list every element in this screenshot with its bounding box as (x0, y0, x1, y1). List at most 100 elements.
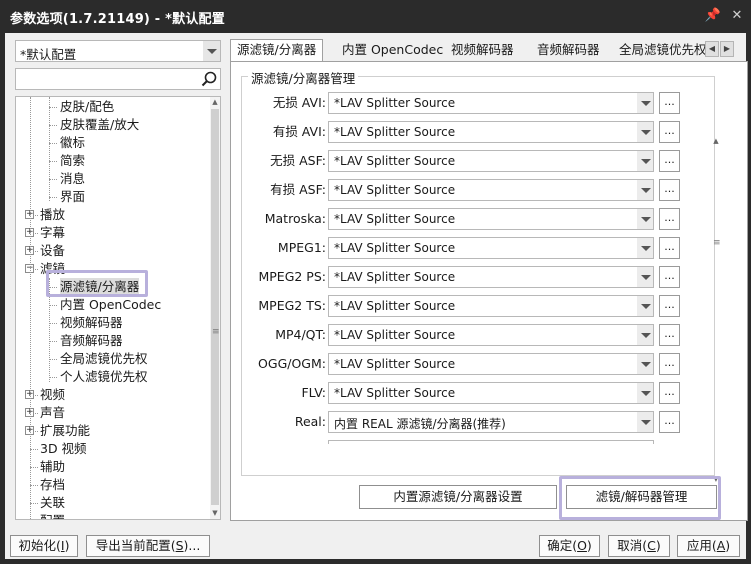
chevron-down-icon[interactable] (637, 354, 653, 374)
init-button-label: 初始化( (18, 538, 61, 553)
more-options-button[interactable]: ... (659, 208, 680, 230)
apply-button-accel: A (716, 538, 726, 553)
chevron-down-icon[interactable] (637, 383, 653, 403)
tab-0[interactable]: 源滤镜/分离器 (230, 39, 324, 62)
chevron-down-icon[interactable] (637, 238, 653, 258)
tree-item[interactable]: 皮肤/配色 (60, 98, 114, 116)
export-button-label: 导出当前配置( (95, 538, 176, 553)
init-button[interactable]: 初始化(I) (10, 535, 78, 557)
source-filter-select[interactable]: *LAV Splitter Source (328, 179, 654, 201)
source-filter-select[interactable]: *LAV Splitter Source (328, 208, 654, 230)
tree-item[interactable]: 辅助 (40, 458, 65, 476)
cancel-button[interactable]: 取消(C) (608, 535, 670, 557)
export-button-suffix: )... (183, 538, 201, 553)
more-options-button[interactable]: ... (659, 411, 680, 433)
tree-connector (49, 179, 57, 180)
source-filter-select[interactable]: 内置 REAL 源滤镜/分离器(推荐) (328, 411, 654, 433)
tab-next-icon[interactable]: ▶ (720, 41, 734, 57)
chevron-down-icon[interactable] (203, 41, 220, 61)
tree-item[interactable]: 字幕 (40, 224, 65, 242)
tree-item[interactable]: 声音 (40, 404, 65, 422)
tree-item[interactable]: 扩展功能 (40, 422, 90, 440)
tree-scrollbar[interactable]: ▲ ≡ ▼ (210, 97, 220, 519)
tab-3[interactable]: 音频解码器 (531, 41, 606, 61)
tree-item[interactable]: 配置 (40, 512, 65, 519)
export-config-button[interactable]: 导出当前配置(S)... (86, 535, 210, 557)
scroll-down-icon[interactable]: ▼ (211, 509, 219, 517)
row-label: 无损 ASF: (270, 153, 326, 168)
source-filter-select[interactable]: *LAV Splitter Source (328, 324, 654, 346)
chevron-down-icon[interactable] (637, 180, 653, 200)
pin-icon[interactable]: 📌 (703, 6, 723, 26)
tree-item[interactable]: 视频解码器 (60, 314, 123, 332)
tab-page-source-filters: ▲ ≡ ▼ 无损 AVI: *LAV Splitter Source... 有损 A… (230, 61, 748, 521)
apply-button[interactable]: 应用(A) (677, 535, 740, 557)
chevron-down-icon[interactable] (637, 93, 653, 113)
source-filter-select[interactable]: *LAV Splitter Source (328, 237, 654, 259)
tree-item[interactable]: 视频 (40, 386, 65, 404)
group-scrollbar[interactable]: ▲ ≡ ▼ (711, 137, 721, 487)
tree-item[interactable]: 设备 (40, 242, 65, 260)
profile-select[interactable]: *默认配置 (15, 40, 221, 62)
tab-1[interactable]: 内置 OpenCodec (336, 41, 449, 61)
tree-item[interactable]: 存档 (40, 476, 65, 494)
chevron-down-icon[interactable] (637, 151, 653, 171)
row-label: 有损 AVI: (272, 124, 326, 139)
more-options-button[interactable]: ... (659, 324, 680, 346)
tree-item[interactable]: 3D 视频 (40, 440, 87, 458)
more-options-button[interactable]: ... (659, 150, 680, 172)
tree-item[interactable]: 关联 (40, 494, 65, 512)
chevron-down-icon[interactable] (637, 209, 653, 229)
source-filter-value: *LAV Splitter Source (334, 96, 456, 110)
more-options-button[interactable]: ... (659, 295, 680, 317)
more-options-button[interactable]: ... (659, 237, 680, 259)
tree-item[interactable]: 简索 (60, 152, 85, 170)
highlight-box (559, 476, 721, 520)
tab-2[interactable]: 视频解码器 (445, 41, 520, 61)
chevron-down-icon[interactable] (637, 325, 653, 345)
search-icon[interactable] (200, 70, 218, 88)
ok-button-label: 确定( (547, 538, 578, 553)
tree-scroll-thumb[interactable] (211, 109, 219, 505)
tree-connector (30, 97, 31, 519)
search-input[interactable] (15, 68, 221, 90)
source-filter-select[interactable]: *LAV Splitter Source (328, 382, 654, 404)
chevron-down-icon[interactable] (637, 412, 653, 432)
source-filter-select[interactable]: *LAV Splitter Source (328, 92, 654, 114)
source-filter-select[interactable]: *LAV Splitter Source (328, 295, 654, 317)
more-options-button[interactable]: ... (659, 121, 680, 143)
chevron-down-icon[interactable] (637, 267, 653, 287)
tab-prev-icon[interactable]: ◀ (705, 41, 719, 57)
more-options-button[interactable]: ... (659, 92, 680, 114)
tree-item[interactable]: 皮肤覆盖/放大 (60, 116, 139, 134)
more-options-button[interactable]: ... (659, 353, 680, 375)
builtin-source-settings-button[interactable]: 内置源滤镜/分离器设置 (359, 485, 557, 509)
source-filter-select[interactable]: *LAV Splitter Source (328, 266, 654, 288)
ok-button-suffix: ) (586, 538, 592, 553)
more-options-button[interactable]: ... (659, 266, 680, 288)
settings-tree[interactable]: ▲ ≡ ▼ 皮肤/配色 皮肤覆盖/放大 徽标 简索 消息 界面 播放 + 字幕 + 设备 + 滤镜 − 源滤… (15, 96, 221, 520)
close-icon[interactable]: ✕ (727, 6, 747, 26)
tree-item[interactable]: 音频解码器 (60, 332, 123, 350)
source-filter-select[interactable]: *LAV Splitter Source (328, 121, 654, 143)
tree-item[interactable]: 播放 (40, 206, 65, 224)
chevron-down-icon[interactable] (637, 122, 653, 142)
more-options-button[interactable]: ... (659, 382, 680, 404)
ok-button[interactable]: 确定(O) (539, 535, 600, 557)
source-filter-select[interactable]: *LAV Splitter Source (328, 150, 654, 172)
tree-item[interactable]: 全局滤镜优先权 (60, 350, 148, 368)
tab-4[interactable]: 全局滤镜优先权 (613, 41, 705, 61)
scroll-up-icon[interactable]: ▲ (211, 98, 219, 106)
source-filter-select[interactable]: *LAV Splitter Source (328, 353, 654, 375)
tree-item[interactable]: 徽标 (60, 134, 85, 152)
tree-item[interactable]: 个人滤镜优先权 (60, 368, 148, 386)
tree-item[interactable]: 界面 (60, 188, 85, 206)
tree-item[interactable]: 内置 OpenCodec (60, 296, 161, 314)
tree-item[interactable]: 消息 (60, 170, 85, 188)
scroll-up-icon[interactable]: ▲ (712, 137, 720, 145)
chevron-down-icon[interactable] (637, 296, 653, 316)
row-label: MPEG2 TS: (258, 298, 326, 313)
row-label: 无损 AVI: (272, 95, 326, 110)
source-filter-select-partial[interactable] (328, 440, 654, 444)
more-options-button[interactable]: ... (659, 179, 680, 201)
